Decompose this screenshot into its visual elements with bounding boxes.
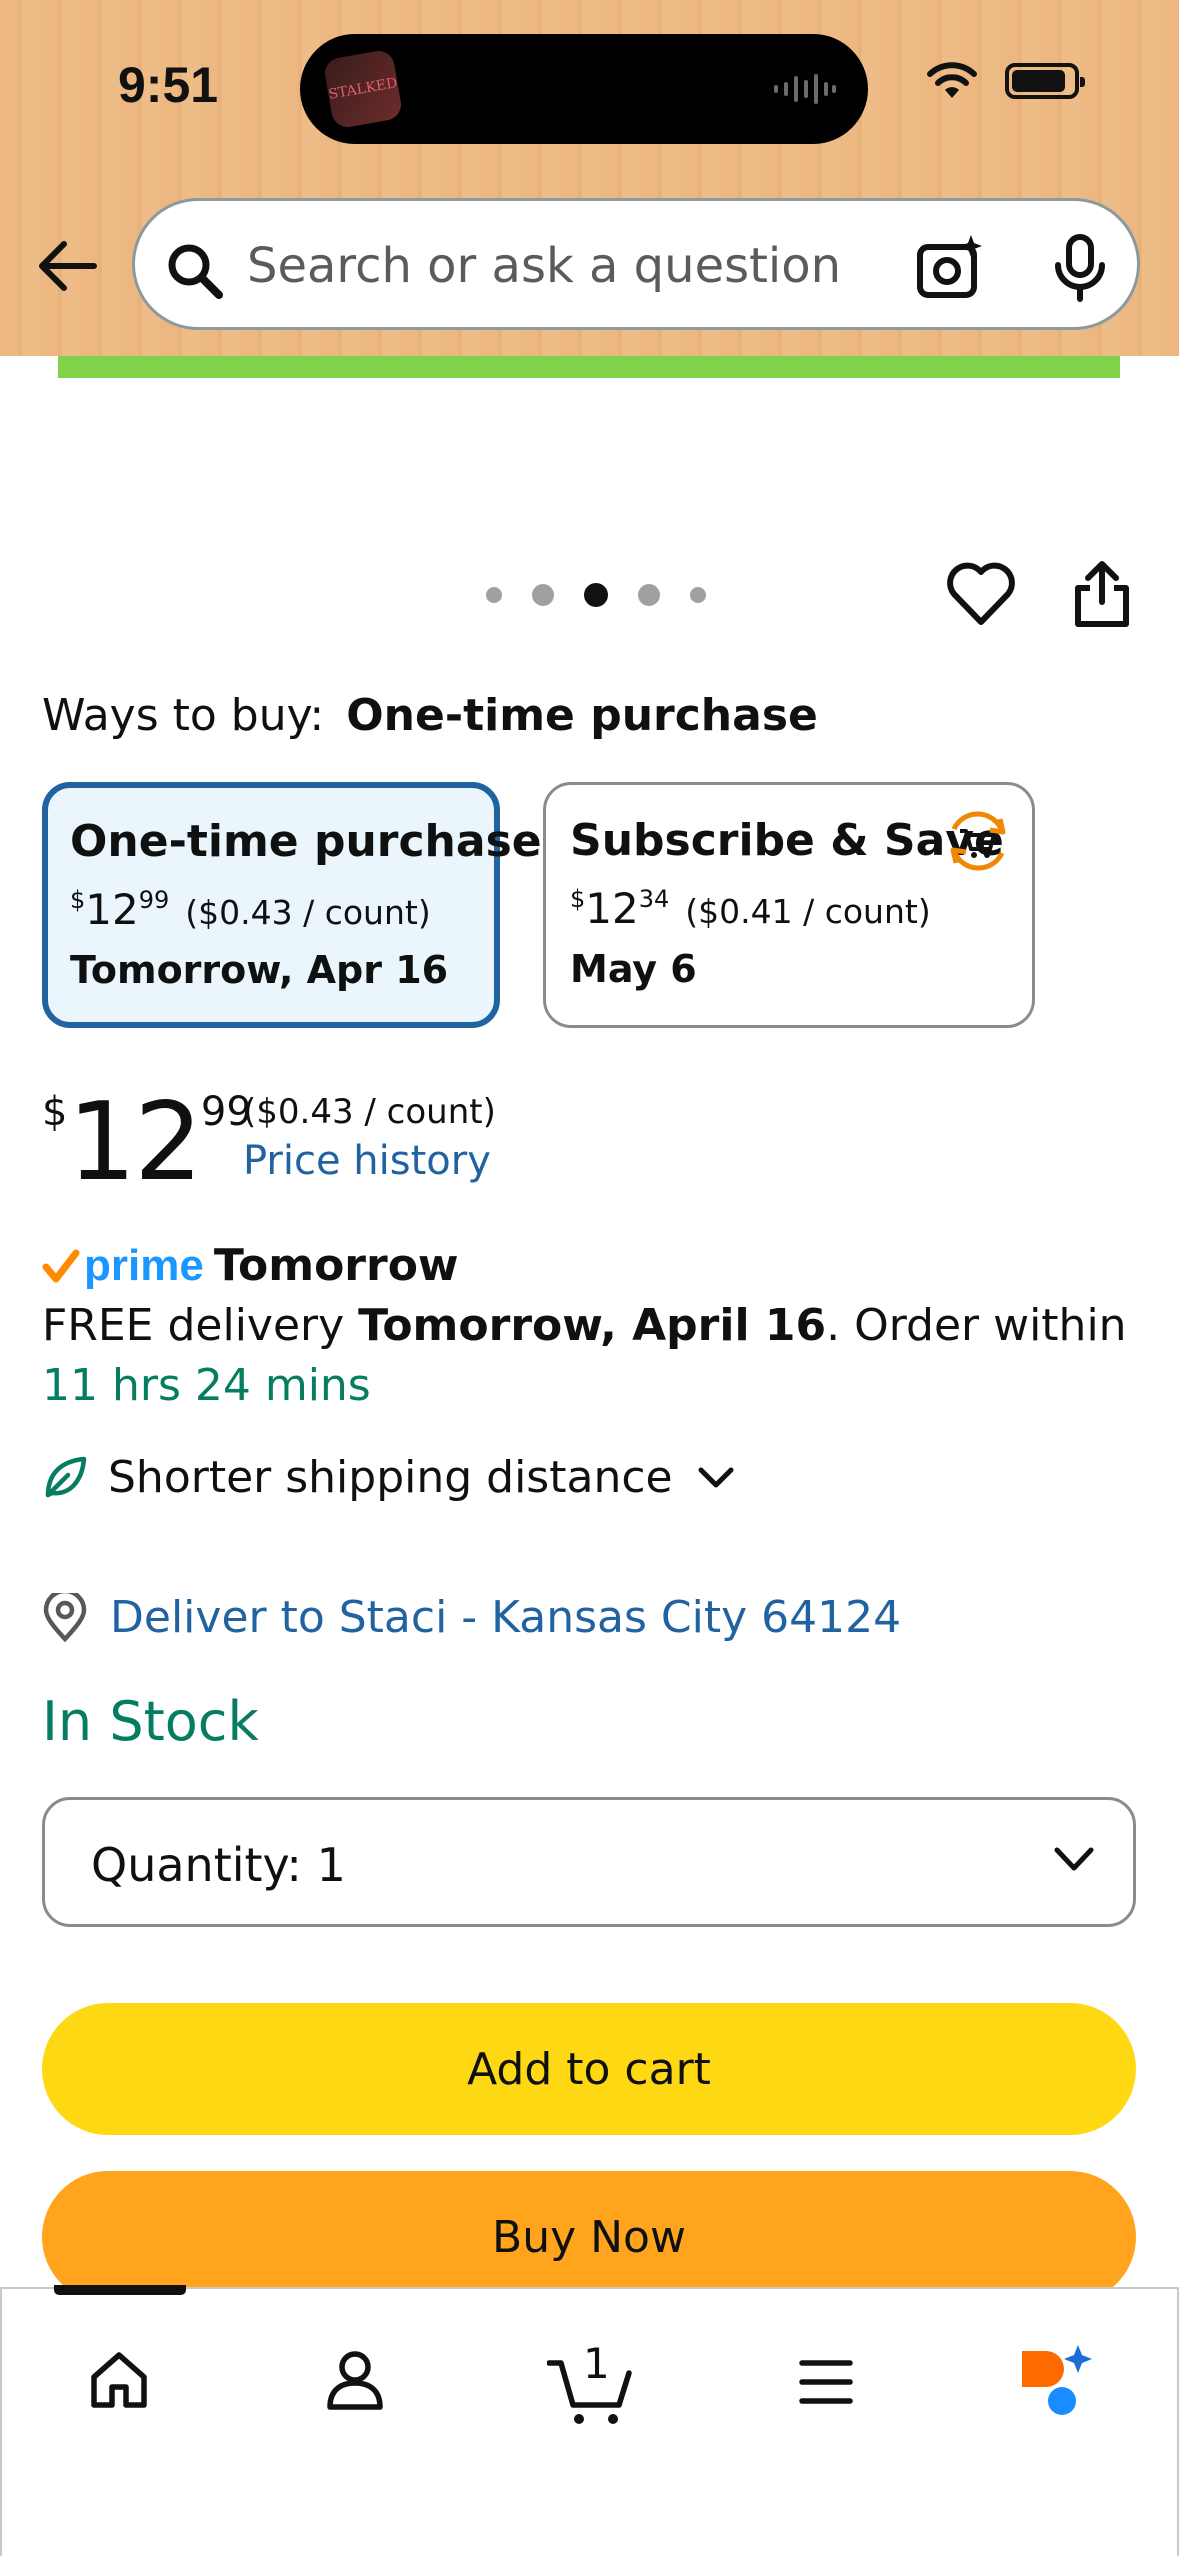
carousel-dot-active[interactable] <box>584 583 608 607</box>
audio-wave-icon <box>774 74 836 104</box>
back-arrow-icon[interactable] <box>32 236 102 296</box>
option-date: Tomorrow, Apr 16 <box>70 948 449 992</box>
header: 9:51 STALKED <box>0 0 1179 356</box>
quantity-text: Quantity: 1 <box>91 1838 346 1892</box>
search-input[interactable] <box>247 231 867 301</box>
camera-lens-icon[interactable] <box>915 233 985 303</box>
price-history-link[interactable]: Price history <box>243 1138 491 1184</box>
prime-badge-row: prime Tomorrow <box>42 1240 459 1291</box>
ways-to-buy: Ways to buy: One-time purchase <box>42 690 818 741</box>
menu-icon[interactable] <box>798 2357 854 2407</box>
cart-icon <box>547 2360 632 2424</box>
status-icons <box>927 62 1085 100</box>
leaf-icon <box>45 1456 87 1497</box>
ways-to-buy-label: Ways to buy: <box>42 690 325 741</box>
bottom-nav: 1 <box>0 2285 1179 2556</box>
shorter-shipping-label: Shorter shipping distance <box>108 1452 673 1503</box>
option-subscribe-and-save[interactable]: Subscribe & Save $1234 ($0.41 / count) Ma… <box>543 782 1035 1028</box>
option-price: $1299 ($0.43 / count) <box>70 885 431 934</box>
add-to-cart-button[interactable]: Add to cart <box>42 2003 1136 2135</box>
delivery-date: Tomorrow, April 16 <box>358 1300 827 1351</box>
unit-price: ($0.43 / count) <box>243 1092 496 1132</box>
dynamic-island: STALKED <box>300 34 868 144</box>
option-title: One-time purchase <box>70 816 542 867</box>
search-icon <box>168 244 223 299</box>
microphone-icon[interactable] <box>1050 233 1110 303</box>
prime-delivery-when: Tomorrow <box>213 1240 459 1291</box>
carousel-dot[interactable] <box>486 587 502 603</box>
ways-to-buy-selected: One-time purchase <box>346 690 818 741</box>
prime-logo: prime <box>84 1240 204 1290</box>
status-time: 9:51 <box>118 57 219 113</box>
carousel-dot[interactable] <box>690 587 706 603</box>
option-date: May 6 <box>570 947 697 991</box>
now-playing-artwork: STALKED <box>322 48 404 130</box>
delivery-message: FREE delivery Tomorrow, April 16. Order … <box>42 1300 1127 1411</box>
chevron-down-icon <box>1054 1847 1094 1871</box>
search-bar[interactable] <box>132 198 1140 330</box>
stock-status: In Stock <box>42 1690 259 1753</box>
carousel-dot[interactable] <box>638 584 660 606</box>
quantity-value: 1 <box>316 1838 346 1892</box>
carousel-dot[interactable] <box>532 584 554 606</box>
prime-check-icon <box>42 1249 80 1282</box>
now-playing-title: STALKED <box>327 75 399 103</box>
chevron-down-icon <box>698 1467 734 1487</box>
quantity-select[interactable]: Quantity: 1 <box>42 1797 1136 1927</box>
buy-now-button[interactable]: Buy Now <box>42 2171 1136 2303</box>
location-pin-icon <box>43 1592 87 1642</box>
option-one-time-purchase[interactable]: One-time purchase $1299 ($0.43 / count) T… <box>42 782 542 1028</box>
share-icon[interactable] <box>1070 560 1134 630</box>
battery-icon <box>1005 63 1085 99</box>
product-price: $1299 <box>42 1080 252 1205</box>
product-image-edge <box>58 356 1120 378</box>
order-countdown: 11 hrs 24 mins <box>42 1360 371 1411</box>
home-icon[interactable] <box>88 2349 150 2411</box>
wifi-icon <box>927 62 977 98</box>
active-tab-indicator <box>54 2285 186 2295</box>
heart-icon[interactable] <box>946 560 1016 630</box>
deliver-to-link[interactable]: Deliver to Staci - Kansas City 64124 <box>42 1592 901 1643</box>
option-price: $1234 ($0.41 / count) <box>570 884 931 933</box>
image-carousel-dots[interactable] <box>486 583 706 607</box>
cart-tab[interactable]: 1 <box>547 2339 637 2429</box>
shorter-shipping-toggle[interactable]: Shorter shipping distance <box>42 1452 735 1503</box>
deliver-to-label: Deliver to Staci - Kansas City 64124 <box>110 1592 902 1643</box>
account-icon[interactable] <box>324 2349 386 2411</box>
subscribe-cart-refresh-icon <box>950 811 1006 871</box>
rufus-assistant-icon[interactable] <box>1016 2343 1096 2423</box>
